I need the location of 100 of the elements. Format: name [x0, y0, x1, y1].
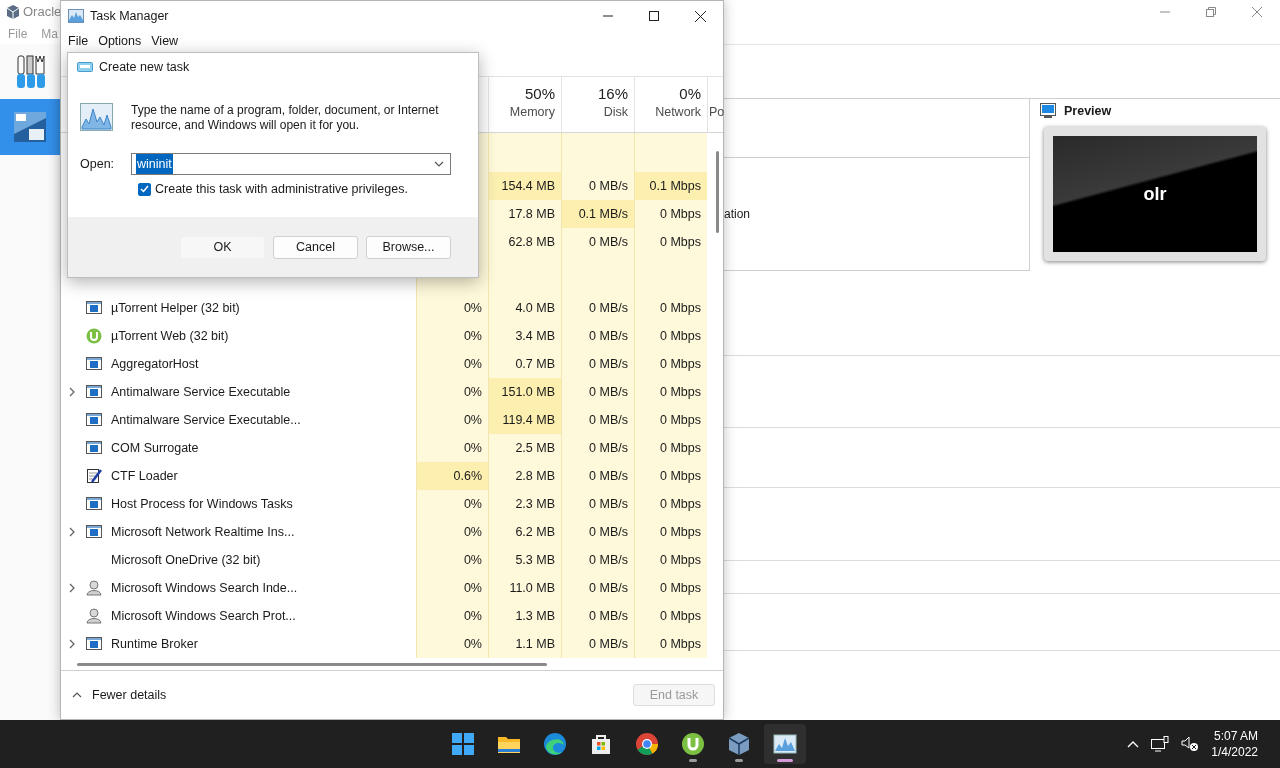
window-icon [86, 524, 102, 540]
browser-icon[interactable] [543, 732, 567, 756]
table-cell: 0% [416, 294, 488, 322]
column-header[interactable]: 16% Disk [561, 77, 634, 132]
table-cell: 0 Mbps [634, 518, 707, 546]
dialog-button[interactable]: OK [180, 235, 265, 259]
table-cell: 2.3 MB [488, 490, 561, 518]
scrollbar[interactable] [77, 662, 547, 666]
link[interactable]: Fewer details [92, 685, 167, 705]
chevron-up-icon[interactable] [72, 692, 82, 698]
process-name[interactable]: Antimalware Service Executable [111, 382, 291, 402]
process-name[interactable]: AggregatorHost [111, 354, 199, 374]
table-cell: 0% [416, 518, 488, 546]
column-header[interactable]: 50% Memory [488, 77, 561, 132]
process-name[interactable]: Microsoft Network Realtime Ins... [111, 522, 295, 542]
scrollbar[interactable] [716, 151, 719, 233]
table-cell: 0 Mbps [634, 602, 707, 630]
table-cell: 0 Mbps [634, 434, 707, 462]
maximize-icon[interactable] [649, 11, 659, 21]
process-name[interactable]: µTorrent Helper (32 bit) [111, 298, 240, 318]
restore-icon[interactable] [1206, 7, 1216, 17]
notepad-icon [86, 468, 102, 484]
browser-icon[interactable] [635, 732, 659, 756]
process-name[interactable]: Microsoft Windows Search Inde... [111, 578, 298, 598]
table-cell: 0 Mbps [634, 200, 707, 228]
menu-item[interactable]: File [63, 31, 94, 51]
table-cell: 0 MB/s [561, 518, 634, 546]
dropdown-chevron-icon[interactable] [434, 161, 444, 167]
dialog-message: Type the name of a program, folder, document, or Internet resource, and Windows will open it for you. [131, 103, 440, 133]
utorrent-icon[interactable] [681, 732, 705, 756]
window-icon [86, 412, 102, 428]
menu-item[interactable]: View [146, 31, 184, 51]
column-header[interactable]: 0% Network [634, 77, 707, 132]
table-cell: 2.5 MB [488, 434, 561, 462]
window-title: Oracle [23, 3, 62, 22]
table-cell: 0% [416, 434, 488, 462]
dialog-button[interactable]: Cancel [273, 235, 358, 259]
table-cell: 0 MB/s [561, 378, 634, 406]
taskbar-button[interactable] [764, 724, 806, 764]
combo-box[interactable]: wininit [131, 153, 451, 175]
checkbox-label[interactable]: Create this task with administrative privileges. [155, 180, 408, 199]
process-name[interactable]: CTF Loader [111, 466, 178, 486]
store-icon[interactable] [589, 732, 613, 756]
process-name[interactable]: Microsoft Windows Search Prot... [111, 606, 296, 626]
table-cell: 0.1 Mbps [634, 172, 707, 200]
network-icon[interactable] [1151, 736, 1170, 752]
table-cell: 119.4 MB [488, 406, 561, 434]
clock-time[interactable]: 5:07 AM [1211, 728, 1258, 744]
volume-muted-icon[interactable] [1181, 736, 1200, 752]
utorrent-icon [86, 328, 102, 344]
table-cell: 0 MB/s [561, 434, 634, 462]
table-cell: 151.0 MB [488, 378, 561, 406]
app-icon [68, 9, 84, 23]
table-cell: 1.1 MB [488, 630, 561, 658]
table-cell: 0 Mbps [634, 574, 707, 602]
close-icon[interactable] [694, 10, 706, 22]
table-cell: 0 Mbps [634, 406, 707, 434]
dialog-title: Create new task [99, 58, 190, 76]
clock-date[interactable]: 1/4/2022 [1211, 744, 1258, 760]
monitor-icon [1040, 103, 1056, 119]
expand-chevron-icon[interactable] [69, 387, 75, 397]
cube-icon[interactable] [727, 732, 751, 756]
table-cell: 0 MB/s [561, 322, 634, 350]
expand-chevron-icon[interactable] [69, 583, 75, 593]
menu-item[interactable]: Options [93, 31, 147, 51]
detail-text: ation [724, 206, 751, 223]
column-header[interactable]: Po [707, 77, 725, 132]
table-cell: 0% [416, 406, 488, 434]
vm-list-item[interactable] [0, 99, 60, 155]
expand-chevron-icon[interactable] [69, 527, 75, 537]
process-name[interactable]: Microsoft OneDrive (32 bit) [111, 550, 261, 570]
checkbox[interactable] [138, 182, 151, 196]
expand-chevron-icon[interactable] [69, 639, 75, 649]
table-cell: 1.3 MB [488, 602, 561, 630]
table-cell: 0 MB/s [561, 350, 634, 378]
start-icon[interactable] [451, 732, 475, 756]
process-name[interactable]: Host Process for Windows Tasks [111, 494, 293, 514]
chart-icon[interactable] [773, 732, 797, 756]
process-name[interactable]: Antimalware Service Executable... [111, 410, 301, 430]
table-cell: 0 MB/s [561, 172, 634, 200]
table-cell: 62.8 MB [488, 228, 561, 256]
table-cell: 0 Mbps [634, 490, 707, 518]
table-cell: 0% [416, 630, 488, 658]
process-name[interactable]: µTorrent Web (32 bit) [111, 326, 229, 346]
table-cell: 0 Mbps [634, 350, 707, 378]
table-cell: 3.4 MB [488, 322, 561, 350]
table-cell: 0% [416, 378, 488, 406]
dialog-button[interactable]: Browse... [366, 235, 451, 259]
user-icon [86, 580, 102, 596]
table-cell: 0% [416, 546, 488, 574]
table-cell: 0 MB/s [561, 462, 634, 490]
table-cell: 0.6% [416, 462, 488, 490]
input-text[interactable]: wininit [136, 153, 173, 175]
process-name[interactable]: Runtime Broker [111, 634, 198, 654]
os-icon [14, 112, 46, 142]
chart-icon [80, 103, 113, 131]
window-title: Task Manager [90, 7, 169, 25]
tools-icon[interactable] [16, 53, 46, 90]
table-cell: 0 Mbps [634, 228, 707, 256]
process-name[interactable]: COM Surrogate [111, 438, 199, 458]
